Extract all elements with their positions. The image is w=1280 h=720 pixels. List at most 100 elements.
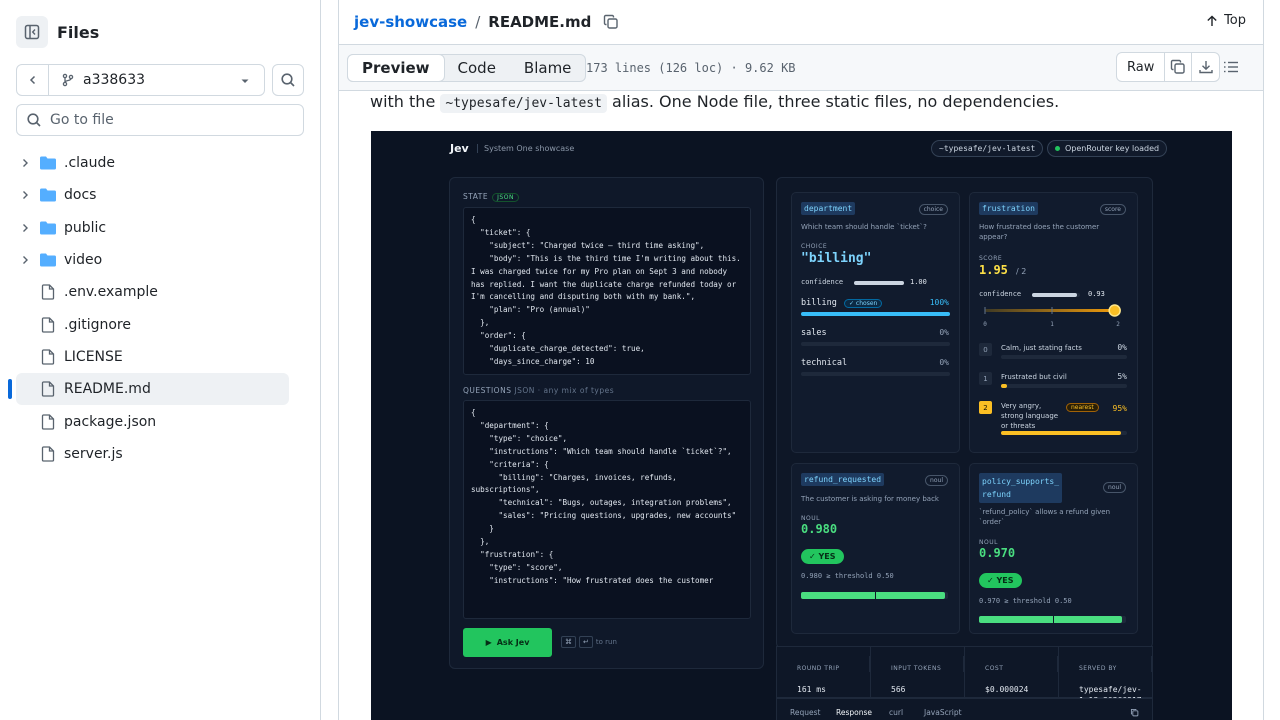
file-tree-item[interactable]: docs <box>16 179 289 211</box>
questions-editor[interactable]: { "department": { "type": "choice", "ins… <box>463 400 751 619</box>
policy-noul-label: NOUL <box>979 539 998 546</box>
branch-name: a338633 <box>61 72 145 88</box>
policy-value: 0.970 <box>979 546 1016 560</box>
refund-yes-badge: ✓ YES <box>801 549 844 564</box>
ask-jev-button[interactable]: ▶ Ask Jev <box>463 628 552 657</box>
copy-icon <box>1130 708 1139 717</box>
stat-cell: COST $0.000024 <box>965 647 1059 697</box>
level-label: Calm, just stating facts <box>1001 344 1082 352</box>
nearest-badge: nearest <box>1066 403 1099 412</box>
file-meta: 173 lines (126 loc) · 9.62 KB <box>586 61 796 75</box>
back-button[interactable] <box>17 65 49 95</box>
chevron-right-icon[interactable] <box>17 190 33 200</box>
option-pct-billing: 100% <box>929 298 949 307</box>
stat-cell: INPUT TOKENS 566 <box>871 647 965 697</box>
branch-selector[interactable]: a338633 <box>16 64 265 96</box>
file-tree-label: docs <box>64 187 97 204</box>
stat-cell: SERVED BYtypesafe/jev-1.13-20260917 <box>1059 647 1152 705</box>
file-tree-label: .claude <box>64 155 115 172</box>
frustration-tag: frustration <box>979 202 1038 215</box>
response-tabs: Request Response curl JavaScript <box>776 698 1153 720</box>
file-tree: .claude docs public video .env.example .gitig… <box>8 147 289 470</box>
folder-icon <box>39 220 57 236</box>
option-track-technical <box>801 372 950 376</box>
chevron-right-icon[interactable] <box>17 223 33 233</box>
level-track <box>1001 355 1127 359</box>
choice-value: "billing" <box>801 251 872 266</box>
file-tree-item[interactable]: public <box>16 212 289 244</box>
refund-noul-label: NOUL <box>801 515 820 522</box>
top-button[interactable]: Top <box>1206 13 1246 28</box>
state-label-text: STATE <box>463 192 489 201</box>
department-card: department choice Which team should hand… <box>791 192 960 453</box>
raw-button[interactable]: Raw <box>1117 53 1166 81</box>
refund-tag: refund_requested <box>801 473 885 486</box>
download-button[interactable] <box>1192 53 1219 81</box>
copy-raw-button[interactable] <box>1165 53 1193 81</box>
file-tree-label: LICENSE <box>64 348 123 365</box>
play-icon: ▶ <box>485 638 492 647</box>
chevron-right-icon[interactable] <box>17 255 33 265</box>
tab-preview[interactable]: Preview <box>347 54 445 82</box>
search-files-button[interactable] <box>272 64 304 96</box>
go-to-file-input[interactable]: Go to file <box>16 104 304 136</box>
file-tree-item[interactable]: .env.example <box>16 276 289 308</box>
key-status-pill: OpenRouter key loaded <box>1047 140 1168 157</box>
level-pct: 5% <box>1117 372 1127 381</box>
readme-body: with the ~typesafe/jev-latest alias. One… <box>339 91 1263 720</box>
dept-confidence-fill <box>854 281 904 285</box>
frus-confidence-value: 0.93 <box>1088 290 1105 298</box>
folder-icon <box>39 187 57 203</box>
level-label: Very angry, strong language or threats <box>1001 402 1059 430</box>
score-max: / 2 <box>1016 267 1027 276</box>
questions-label-text: QUESTIONS <box>463 386 512 395</box>
file-tree-item[interactable]: package.json <box>16 405 289 437</box>
key-status-label: OpenRouter key loaded <box>1065 144 1160 153</box>
ask-jev-label: Ask Jev <box>496 638 530 647</box>
showcase-screenshot: Jev System One showcase ~typesafe/jev-la… <box>371 131 1232 720</box>
file-tree-item[interactable]: video <box>16 244 289 276</box>
chevron-right-icon[interactable] <box>17 158 33 168</box>
option-label-technical: technical <box>801 358 848 368</box>
tab-blame[interactable]: Blame <box>510 55 586 81</box>
file-toolbar: Preview Code Blame 173 lines (126 loc) · 9… <box>339 44 1263 91</box>
file-tree-item[interactable]: LICENSE <box>16 341 289 373</box>
repo-link[interactable]: jev-showcase <box>354 13 467 31</box>
file-tree-item[interactable]: .gitignore <box>16 308 289 340</box>
paragraph-text-after: alias. One Node file, three static files… <box>612 92 1060 111</box>
response-tab-request[interactable]: Request <box>790 708 820 717</box>
refund-value: 0.980 <box>801 522 838 536</box>
arrow-up-icon <box>1207 15 1217 26</box>
stat-value: 566 <box>891 685 906 694</box>
list-icon <box>1224 61 1238 73</box>
state-editor[interactable]: { "ticket": { "subject": "Charged twice … <box>463 207 751 375</box>
file-tree-label: .env.example <box>64 284 158 301</box>
file-tree-item[interactable]: .claude <box>16 147 289 179</box>
file-tree-item[interactable]: server.js <box>16 438 289 470</box>
response-tab-javascript[interactable]: JavaScript <box>924 708 962 717</box>
policy-yes-badge: ✓ YES <box>979 573 1022 588</box>
level-pct: 0% <box>1117 343 1127 352</box>
chevron-left-icon <box>29 75 35 85</box>
collapse-sidebar-button[interactable] <box>16 16 48 48</box>
score-value: 1.95 <box>979 263 1008 277</box>
copy-response-button[interactable] <box>1130 708 1139 719</box>
top-label: Top <box>1224 13 1246 28</box>
score-label: SCORE <box>979 255 1003 262</box>
file-view: jev-showcase / README.md Top Preview Code… <box>338 0 1264 720</box>
response-tab-response[interactable]: Response <box>836 708 872 717</box>
option-fill-billing <box>801 312 950 316</box>
response-tab-curl[interactable]: curl <box>889 708 903 717</box>
level-number: 0 <box>979 343 992 356</box>
file-tree-item[interactable]: README.md <box>8 373 289 406</box>
policy-desc: `refund_policy` allows a refund given `o… <box>979 508 1111 526</box>
outline-button[interactable] <box>1223 59 1239 79</box>
copy-path-button[interactable] <box>603 14 619 30</box>
tab-code[interactable]: Code <box>444 55 510 81</box>
stat-value: $0.000024 <box>985 685 1029 694</box>
frus-confidence-track <box>1032 293 1080 297</box>
file-tree-label: README.md <box>64 381 151 398</box>
questions-label: QUESTIONS JSON · any mix of types <box>463 386 614 395</box>
option-track-sales <box>801 342 950 346</box>
policy-card: policy_supports_ refund noul `refund_poli… <box>969 463 1138 634</box>
